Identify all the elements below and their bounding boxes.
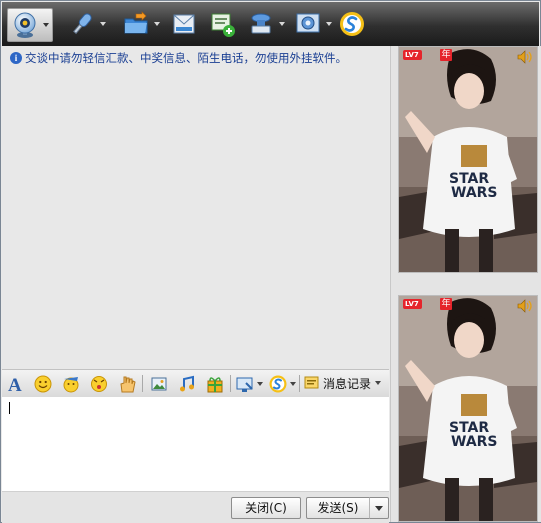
screen-capture-icon[interactable] (235, 374, 255, 394)
format-toolbar: A 消息记录 (2, 369, 389, 398)
settings-button[interactable] (294, 8, 332, 40)
separator (299, 375, 300, 392)
message-history-icon (304, 376, 319, 389)
contact-photo: STAR WARS (399, 47, 537, 272)
separator (142, 375, 143, 392)
speaker-icon[interactable] (517, 50, 533, 64)
svg-text:A: A (8, 375, 22, 394)
chevron-down-icon[interactable] (290, 382, 296, 386)
voice-call-button[interactable] (68, 8, 106, 40)
soso-icon[interactable] (268, 374, 288, 394)
chat-window: i 交谈中请勿轻信汇款、中奖信息、陌生电话，勿使用外挂软件。 A 消息记录 关闭… (0, 0, 541, 523)
video-call-button[interactable] (7, 8, 53, 42)
webcam-icon (14, 12, 36, 38)
folder-icon (124, 11, 148, 34)
chevron-down-icon (100, 22, 106, 26)
font-icon[interactable]: A (6, 374, 26, 394)
gear-icon (296, 13, 320, 33)
year-badge: 年 (440, 298, 452, 310)
app-button[interactable] (247, 8, 285, 40)
message-history-button[interactable]: 消息记录 (304, 373, 382, 393)
microphone-icon (73, 13, 92, 35)
chevron-down-icon (43, 23, 49, 27)
info-icon: i (10, 52, 22, 64)
chevron-down-icon (375, 506, 383, 511)
speaker-icon[interactable] (517, 299, 533, 313)
chevron-down-icon[interactable] (257, 382, 263, 386)
create-group-button[interactable] (208, 8, 236, 40)
chevron-down-icon (375, 381, 382, 385)
svg-text:WARS: WARS (451, 185, 498, 201)
self-show-image[interactable]: STAR WARS LV7 年 (398, 295, 538, 522)
message-input[interactable] (2, 397, 389, 491)
action-bar: 关闭(C) 发送(S) (2, 491, 389, 523)
message-history-label: 消息记录 (323, 376, 372, 391)
security-notice: i 交谈中请勿轻信汇款、中奖信息、陌生电话，勿使用外挂软件。 (10, 50, 347, 66)
chevron-down-icon (154, 22, 160, 26)
separator (230, 375, 231, 392)
stamp-icon (251, 13, 271, 34)
chevron-down-icon (326, 22, 332, 26)
send-options-button[interactable] (369, 497, 389, 519)
self-photo: STAR WARS (399, 296, 537, 521)
soso-icon (340, 12, 364, 36)
send-file-button[interactable] (122, 8, 160, 40)
emoticon-icon[interactable] (33, 374, 53, 394)
chat-history[interactable]: i 交谈中请勿轻信汇款、中奖信息、陌生电话，勿使用外挂软件。 (2, 46, 389, 369)
close-button[interactable]: 关闭(C) (231, 497, 301, 519)
security-notice-text: 交谈中请勿轻信汇款、中奖信息、陌生电话，勿使用外挂软件。 (25, 51, 347, 65)
chevron-down-icon (279, 22, 285, 26)
top-toolbar (2, 2, 539, 46)
contact-show-image[interactable]: STAR WARS LV7 年 (398, 46, 538, 273)
music-icon[interactable] (177, 374, 197, 394)
text-cursor (9, 402, 10, 414)
soso-button[interactable] (338, 8, 366, 40)
gift-icon[interactable] (205, 374, 225, 394)
image-icon[interactable] (149, 374, 169, 394)
magic-emoticon-icon[interactable] (61, 374, 81, 394)
send-button[interactable]: 发送(S) (306, 497, 370, 519)
send-sms-button[interactable] (170, 8, 198, 40)
shake-window-icon[interactable] (89, 374, 109, 394)
year-badge: 年 (440, 49, 452, 61)
vip-level-badge: LV7 (403, 50, 422, 60)
nudge-hand-icon[interactable] (117, 374, 137, 394)
svg-text:WARS: WARS (451, 434, 498, 450)
group-add-icon (211, 13, 235, 37)
vip-level-badge: LV7 (403, 299, 422, 309)
envelope-icon (173, 14, 195, 34)
side-panel: STAR WARS LV7 年 STAR WARS LV7 年 (390, 46, 541, 522)
